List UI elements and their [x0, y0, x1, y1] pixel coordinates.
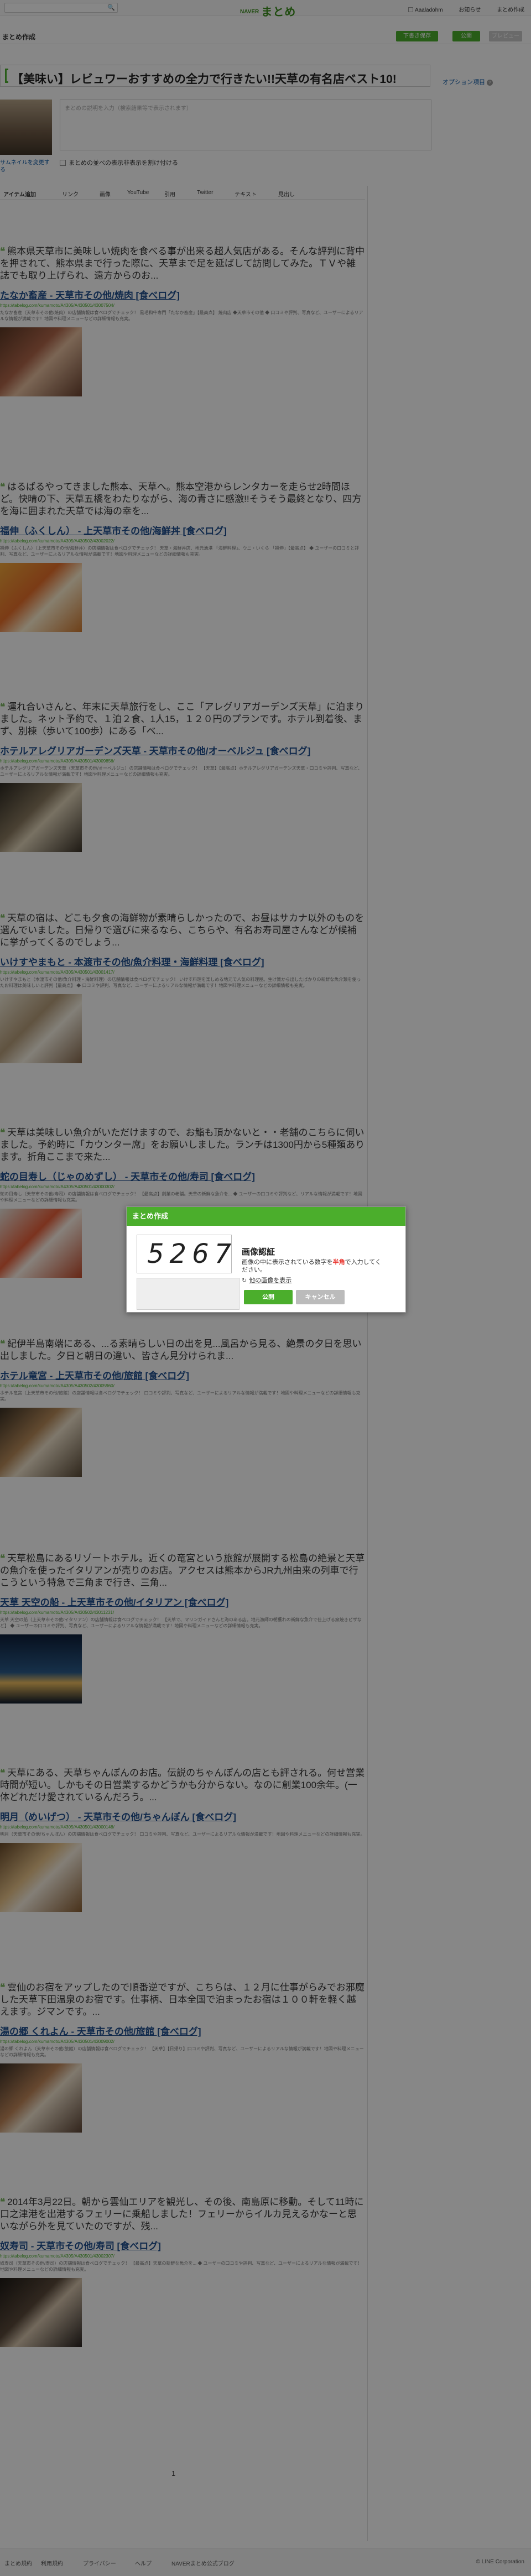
cancel-button[interactable]: キャンセル	[296, 1290, 345, 1304]
captcha-input[interactable]	[137, 1278, 240, 1310]
captcha-dialog: まとめ作成 5267 画像認証 画像の中に表示されている数字を半角で入力してくだ…	[126, 1206, 406, 1313]
instruction-emphasis: 半角	[332, 1259, 345, 1266]
captcha-digits: 5267	[147, 1239, 237, 1269]
publish-confirm-button[interactable]: 公開	[244, 1290, 293, 1304]
reload-captcha-link[interactable]: ↻ 他の画像を表示	[242, 1276, 291, 1284]
reload-icon: ↻	[242, 1277, 247, 1284]
reload-captcha-label: 他の画像を表示	[249, 1277, 292, 1284]
dialog-header: まとめ作成	[127, 1207, 405, 1226]
captcha-image: 5267	[137, 1235, 232, 1273]
instruction-text: 画像の中に表示されている数字を	[242, 1259, 333, 1266]
captcha-instruction: 画像の中に表示されている数字を半角で入力してください。	[242, 1258, 386, 1274]
captcha-title: 画像認証	[242, 1247, 275, 1257]
